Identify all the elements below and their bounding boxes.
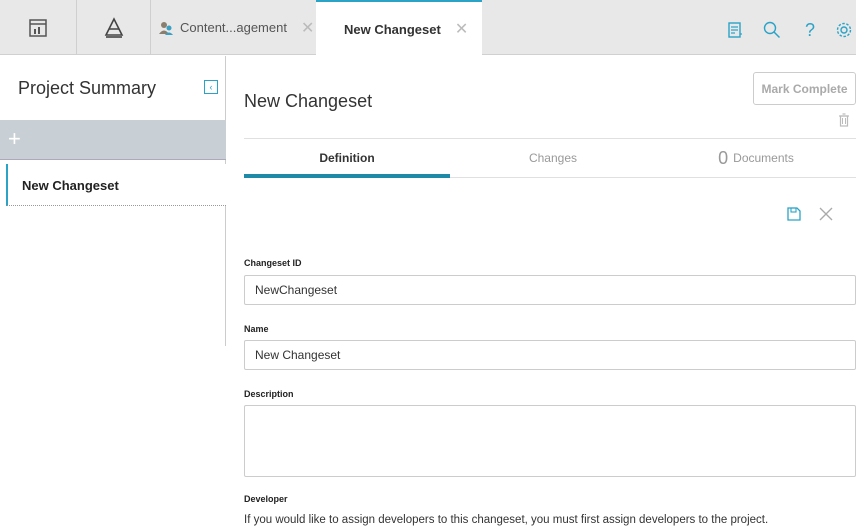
changeset-id-field[interactable]: NewChangeset [244,275,856,305]
user-group-icon [158,20,174,36]
tab-label: Documents [733,151,794,165]
name-label: Name [244,324,269,334]
tab-new-changeset[interactable]: New Changeset ✕ [316,0,482,56]
settings-icon[interactable] [834,20,854,40]
page-title: New Changeset [244,91,373,111]
developer-help-text: If you would like to assign developers t… [244,514,769,526]
tab-label: Definition [319,151,375,165]
hierarchy-icon[interactable] [96,10,132,46]
developer-label: Developer [244,494,288,504]
sidebar-title: Project Summary [18,78,157,98]
description-label: Description [244,389,294,399]
sidebar-item-label: New Changeset [22,178,119,193]
project-summary-sidebar: Project Summary ‹ + New Changeset [0,56,226,346]
changeset-id-label: Changeset ID [244,258,302,268]
trash-icon[interactable] [838,113,850,127]
tab-changes[interactable]: Changes [450,139,656,177]
close-icon[interactable]: ✕ [455,19,468,39]
tab-separator [76,0,77,55]
search-icon[interactable] [762,20,782,40]
tab-documents[interactable]: 0 Documents [656,139,856,177]
plus-icon: + [8,126,21,151]
save-icon[interactable] [786,206,802,222]
close-icon[interactable]: ✕ [301,18,314,38]
documents-count: 0 [718,147,729,168]
sidebar-item-new-changeset[interactable]: New Changeset [6,164,226,206]
dashboard-icon[interactable] [20,10,56,46]
notes-icon[interactable] [725,20,745,40]
detail-tabs: Definition Changes 0 Documents [244,138,856,178]
collapse-sidebar-icon[interactable]: ‹ [204,80,218,94]
top-bar: Content...agement ✕ New Changeset ✕ ? [0,0,856,56]
mark-complete-button[interactable]: Mark Complete [753,72,856,105]
tab-label: Content...agement [180,20,287,35]
active-tab-indicator [244,174,450,178]
tab-content-management[interactable]: Content...agement ✕ [150,0,316,55]
close-icon[interactable] [818,206,834,222]
help-icon[interactable]: ? [800,20,820,40]
add-changeset-button[interactable]: + [0,120,226,160]
description-field[interactable] [244,405,856,477]
tab-label: Changes [528,151,578,165]
name-field[interactable]: New Changeset [244,340,856,370]
tab-label: New Changeset [344,21,441,37]
tab-definition[interactable]: Definition [244,139,450,177]
